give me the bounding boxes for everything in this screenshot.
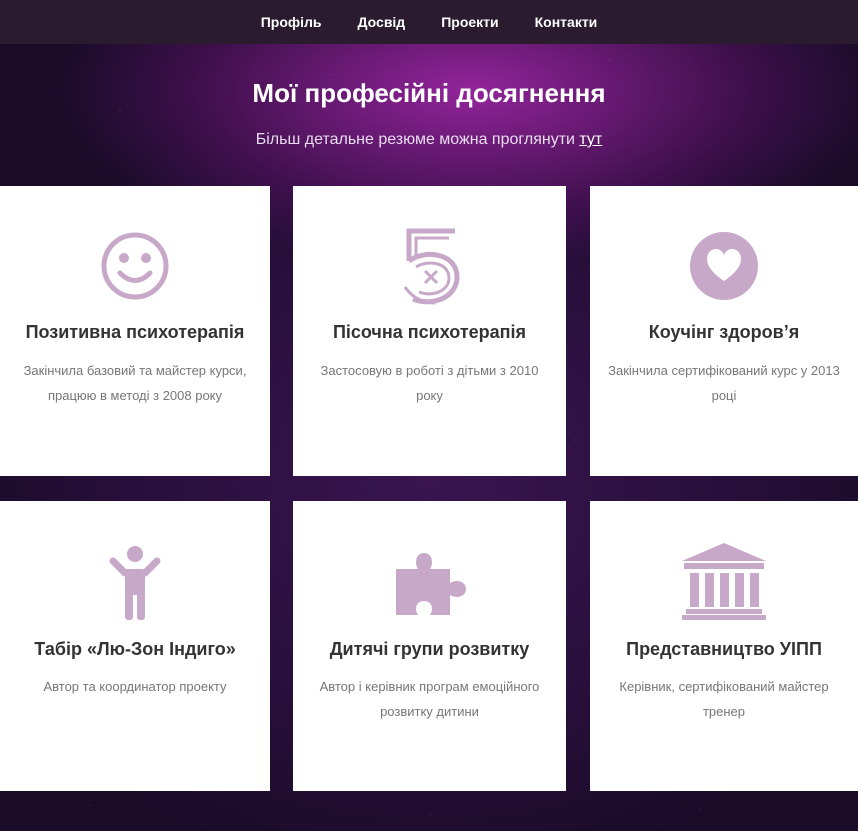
top-navbar: Профіль Досвід Проекти Контакти	[0, 0, 858, 44]
nav-item-projects[interactable]: Проекти	[441, 14, 498, 30]
card-title: Пісочна психотерапія	[332, 322, 527, 342]
institution-icon	[682, 543, 766, 620]
card-title: Позитивна психотерапія	[25, 322, 245, 342]
card-description: Автор та координатор проекту	[43, 679, 227, 694]
card-title: Табір «Лю-Зон Індиго»	[34, 639, 236, 659]
card-description: Керівник, сертифікований майстер тренер	[619, 679, 829, 719]
card-icon-wrap	[293, 543, 566, 623]
puzzle-icon	[395, 553, 466, 615]
child-icon	[109, 546, 161, 620]
card-sand-psychotherapy: Пісочна психотерапія Застосовую в роботі…	[293, 186, 566, 476]
card-children-groups: Дитячі групи розвитку Автор і керівник п…	[293, 501, 566, 791]
card-icon-wrap	[590, 226, 858, 306]
resume-link[interactable]: тут	[579, 131, 602, 148]
card-uipp-representation: Представництво УІПП Керівник, сертифіков…	[590, 501, 858, 791]
card-description: Автор і керівник програм емоційного розв…	[319, 679, 540, 719]
card-description: Закінчила сертифікований курс у 2013 роц…	[608, 363, 840, 403]
hero-subtitle-text: Більш детальне резюме можна проглянути	[255, 131, 575, 148]
card-title: Коучінг здоров’я	[648, 322, 800, 342]
card-icon-wrap	[293, 226, 566, 306]
number-five-icon	[403, 228, 460, 305]
card-icon-wrap	[590, 541, 858, 621]
hero-subtitle: Більш детальне резюме можна проглянути т…	[0, 131, 858, 149]
heart-icon	[690, 232, 758, 300]
nav-item-profile[interactable]: Профіль	[261, 14, 322, 30]
page: Профіль Досвід Проекти Контакти Мої проф…	[0, 0, 858, 831]
card-title: Дитячі групи розвитку	[329, 639, 530, 659]
nav-item-experience[interactable]: Досвід	[358, 14, 406, 30]
card-health-coaching: Коучінг здоров’я Закінчила сертифіковани…	[590, 186, 858, 476]
card-title: Представництво УІПП	[626, 639, 822, 659]
card-description: Закінчила базовий та майстер курси, прац…	[23, 363, 247, 403]
card-icon-wrap	[0, 226, 270, 306]
card-camp-lu-zon-indigo: Табір «Лю-Зон Індиго» Автор та координат…	[0, 501, 270, 791]
page-title: Мої професійні досягнення	[252, 78, 606, 108]
nav-item-contacts[interactable]: Контакти	[535, 14, 598, 30]
card-description: Застосовую в роботі з дітьми з 2010 року	[320, 363, 539, 403]
card-positive-psychotherapy: Позитивна психотерапія Закінчила базовий…	[0, 186, 270, 476]
card-icon-wrap	[0, 543, 270, 623]
smiley-icon	[101, 232, 169, 300]
